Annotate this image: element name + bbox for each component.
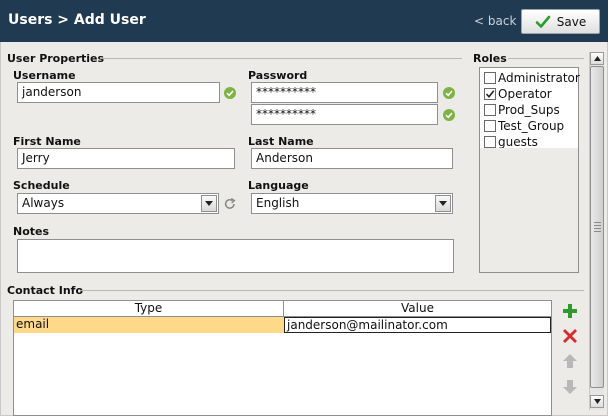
schedule-label: Schedule xyxy=(13,179,70,192)
roles-list[interactable]: Administrator Operator Prod_Sups Test_Gr… xyxy=(479,67,580,273)
first-name-label: First Name xyxy=(13,135,81,148)
scroll-up-icon[interactable] xyxy=(590,52,604,65)
checkmark-icon xyxy=(535,14,551,30)
language-label: Language xyxy=(248,179,309,192)
roles-empty-area xyxy=(480,148,578,272)
roles-rule xyxy=(508,58,584,59)
notes-textarea[interactable] xyxy=(17,239,454,273)
role-label: Prod_Sups xyxy=(498,103,560,117)
schedule-select[interactable]: Always xyxy=(17,193,219,214)
checkbox-administrator[interactable] xyxy=(484,72,496,84)
username-input[interactable]: janderson xyxy=(17,82,220,103)
save-button-label: Save xyxy=(556,14,587,29)
last-name-input[interactable]: Anderson xyxy=(251,148,453,169)
refresh-icon[interactable] xyxy=(223,197,237,211)
language-select[interactable]: English xyxy=(251,193,453,214)
schedule-value: Always xyxy=(22,196,65,210)
checkbox-guests[interactable] xyxy=(484,136,496,148)
chevron-down-icon[interactable] xyxy=(435,195,451,212)
password-confirm-input[interactable]: ********** xyxy=(251,104,438,125)
checkmark-icon xyxy=(485,90,495,99)
vertical-scrollbar[interactable] xyxy=(589,52,604,410)
username-valid-icon xyxy=(224,87,236,99)
add-row-icon[interactable] xyxy=(562,303,578,319)
checkbox-operator[interactable] xyxy=(484,88,496,100)
contact-table[interactable]: Type Value email janderson@mailinator.co… xyxy=(13,300,552,416)
chevron-down-icon[interactable] xyxy=(201,195,217,212)
page-title: Users > Add User xyxy=(8,12,146,28)
last-name-label: Last Name xyxy=(248,135,314,148)
role-label: guests xyxy=(498,135,538,149)
password-confirm-valid-icon xyxy=(443,109,455,121)
notes-label: Notes xyxy=(13,225,50,238)
checkbox-prod-sups[interactable] xyxy=(484,104,496,116)
move-up-icon[interactable] xyxy=(562,353,578,369)
table-cell-value[interactable]: janderson@mailinator.com xyxy=(284,317,551,333)
role-item-administrator[interactable]: Administrator xyxy=(480,70,580,86)
column-header-type[interactable]: Type xyxy=(14,301,284,317)
role-label: Administrator xyxy=(498,71,580,85)
checkbox-test-group[interactable] xyxy=(484,120,496,132)
roles-heading: Roles xyxy=(473,52,507,65)
contact-info-heading: Contact Info xyxy=(7,284,84,297)
role-item-test-group[interactable]: Test_Group xyxy=(480,118,578,134)
scroll-down-icon[interactable] xyxy=(590,395,604,408)
role-label: Test_Group xyxy=(498,119,565,133)
role-item-operator[interactable]: Operator xyxy=(480,86,578,102)
move-down-icon[interactable] xyxy=(562,379,578,395)
grip-icon xyxy=(594,222,601,232)
first-name-input[interactable]: Jerry xyxy=(17,148,235,169)
username-label: Username xyxy=(13,69,76,82)
role-item-prod-sups[interactable]: Prod_Sups xyxy=(480,102,578,118)
password-valid-icon xyxy=(443,87,455,99)
role-label: Operator xyxy=(498,87,552,101)
user-properties-heading: User Properties xyxy=(7,52,105,65)
delete-row-icon[interactable] xyxy=(562,328,578,344)
contact-info-rule xyxy=(80,290,584,291)
password-label: Password xyxy=(248,69,308,82)
save-button[interactable]: Save xyxy=(521,9,600,34)
password-input[interactable]: ********** xyxy=(251,82,438,103)
column-header-value[interactable]: Value xyxy=(284,301,551,317)
header-bar: Users > Add User < back Save xyxy=(0,0,608,42)
scrollbar-thumb[interactable] xyxy=(590,66,604,388)
table-cell-type[interactable]: email xyxy=(14,317,284,333)
language-value: English xyxy=(256,196,300,210)
back-link[interactable]: < back xyxy=(474,14,516,28)
user-properties-rule xyxy=(100,58,462,59)
